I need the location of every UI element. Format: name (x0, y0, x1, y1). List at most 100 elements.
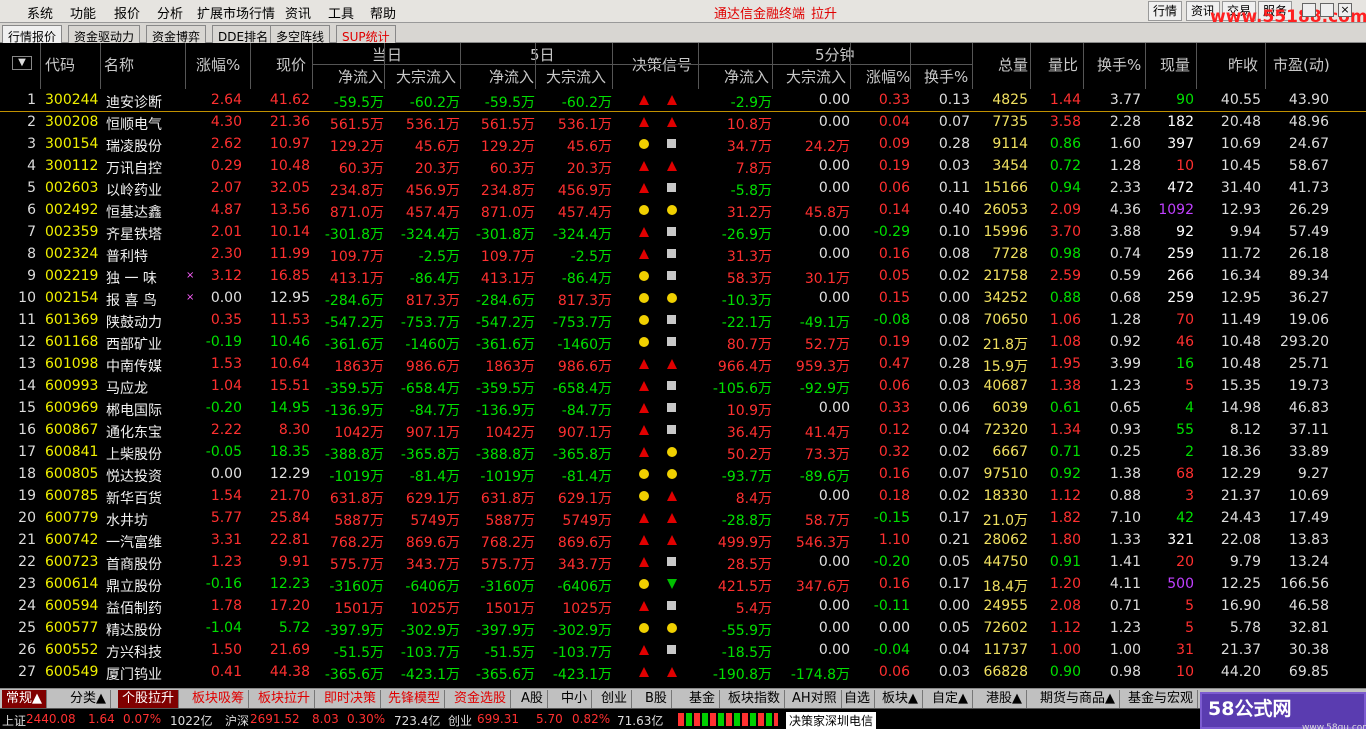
table-row[interactable]: 26 600552 方兴科技 1.50 21.69 -51.5万 -103.7万 -51.5万… (0, 640, 1366, 662)
table-row[interactable]: 17 600841 上柴股份 -0.05 18.35 -388.8万 -365.8万 -388… (0, 442, 1366, 464)
category-tab-0[interactable]: 常规▲ (2, 690, 47, 708)
menu-extended-market[interactable]: 扩展市场行情 (197, 3, 275, 22)
category-tab-19[interactable]: 期货与商品▲ (1036, 690, 1120, 708)
category-tab-15[interactable]: 自选 (840, 690, 876, 708)
cell-db: -84.7万 (409, 403, 460, 419)
table-row[interactable]: 7 002359 齐星铁塔 2.01 10.14 -301.8万 -324.4万 -301.8… (0, 222, 1366, 244)
category-tab-7[interactable]: 资金选股 (450, 690, 512, 708)
category-tab-17[interactable]: 自定▲ (928, 690, 973, 708)
cell-n: 26 (18, 642, 36, 658)
cell-name: 鼎立股份 (106, 579, 162, 595)
table-row[interactable]: 5 002603 以岭药业 2.07 32.05 234.8万 456.9万 234.8万 45… (0, 178, 1366, 200)
header-code[interactable]: 代码 (45, 54, 75, 75)
table-row[interactable]: 12 601168 西部矿业 -0.19 10.46 -361.6万 -1460万 -361.… (0, 332, 1366, 354)
tab-sup-stats[interactable]: SUP统计 (336, 25, 396, 44)
category-tab-1[interactable]: 分类▲ (66, 690, 111, 708)
category-tab-20[interactable]: 基金与宏观 (1124, 690, 1199, 708)
menu-tools[interactable]: 工具 (328, 3, 354, 22)
tab-capital-drive[interactable]: 资金驱动力 (68, 25, 141, 44)
header-turnover[interactable]: 换手% (1097, 54, 1141, 75)
sort-dropdown[interactable]: ▼ (12, 56, 32, 70)
table-row[interactable]: 3 300154 瑞凌股份 2.62 10.97 129.2万 45.6万 129.2万 45.… (0, 134, 1366, 156)
cell-mb: 24.2万 (804, 139, 850, 155)
table-row[interactable]: 9 002219 独 一 味 3.12 16.85 413.1万 -86.4万 413.1万 -… (0, 266, 1366, 288)
category-tab-8[interactable]: A股 (517, 690, 548, 708)
table-row[interactable]: 23 600614 鼎立股份 -0.16 12.23 -3160万 -6406万 -3160万… (0, 574, 1366, 596)
cell-fn: -388.8万 (475, 447, 535, 463)
table-row[interactable]: 13 601098 中南传媒 1.53 10.64 1863万 986.6万 1863万 986… (0, 354, 1366, 376)
category-tab-3[interactable]: 板块吸筹 (188, 690, 250, 708)
tab-quote[interactable]: 行情报价 (2, 25, 63, 44)
table-row[interactable]: 11 601369 陕鼓动力 0.35 11.53 -547.2万 -753.7万 -547.… (0, 310, 1366, 332)
cy-label: 创业 (448, 714, 473, 728)
table-row[interactable]: 14 600993 马应龙 1.04 15.51 -359.5万 -658.4万 -359.5… (0, 376, 1366, 398)
cell-fb: 869.6万 (557, 535, 612, 551)
category-tab-5[interactable]: 即时决策 (320, 690, 382, 708)
tab-capital-game[interactable]: 资金博弈 (146, 25, 207, 44)
quote-button[interactable]: 行情 (1148, 1, 1183, 21)
tab-long-short[interactable]: 多空阵线 (270, 25, 331, 44)
cell-mn: 499.9万 (717, 535, 772, 551)
menu-analysis[interactable]: 分析 (157, 3, 183, 22)
category-tab-18[interactable]: 港股▲ (982, 690, 1027, 708)
menu-function[interactable]: 功能 (70, 3, 96, 22)
close-icon[interactable]: × (1338, 3, 1352, 17)
table-row[interactable]: 6 002492 恒基达鑫 4.87 13.56 871.0万 457.4万 871.0万 45… (0, 200, 1366, 222)
cell-price: 10.64 (269, 356, 310, 372)
header-name[interactable]: 名称 (104, 54, 134, 75)
table-row[interactable]: 21 600742 一汽富维 3.31 22.81 768.2万 869.6万 768.2万 8… (0, 530, 1366, 552)
header-5m-turn[interactable]: 换手% (924, 66, 968, 87)
category-tab-16[interactable]: 板块▲ (878, 690, 923, 708)
cell-code: 600805 (45, 466, 99, 482)
menu-quote[interactable]: 报价 (114, 3, 140, 22)
header-prev-close[interactable]: 昨收 (1228, 54, 1258, 75)
category-tab-10[interactable]: 创业 (597, 690, 633, 708)
cell-pe: 89.34 (1288, 268, 1329, 284)
table-row[interactable]: 18 600805 悦达投资 0.00 12.29 -1019万 -81.4万 -1019万 -… (0, 464, 1366, 486)
cell-chg: 1.78 (210, 598, 242, 614)
header-5d-block[interactable]: 大宗流入 (546, 66, 606, 87)
header-5m-block[interactable]: 大宗流入 (786, 66, 846, 87)
table-row[interactable]: 20 600779 水井坊 5.77 25.84 5887万 5749万 5887万 5749万… (0, 508, 1366, 530)
category-tab-14[interactable]: AH对照 (788, 690, 842, 708)
table-row[interactable]: 1 300244 迪安诊断 2.64 41.62 -59.5万 -60.2万 -59.5万 -6… (0, 90, 1366, 112)
table-row[interactable]: 22 600723 首商股份 1.23 9.91 575.7万 343.7万 575.7万 34… (0, 552, 1366, 574)
category-tab-11[interactable]: B股 (641, 690, 672, 708)
category-tab-2[interactable]: 个股拉升 (118, 690, 180, 708)
table-row[interactable]: 25 600577 精达股份 -1.04 5.72 -397.9万 -302.9万 -397.… (0, 618, 1366, 640)
header-total[interactable]: 总量 (998, 54, 1028, 75)
maximize-icon[interactable] (1320, 3, 1334, 17)
tab-dde-rank[interactable]: DDE排名 (212, 25, 275, 44)
header-5m-net[interactable]: 净流入 (724, 66, 769, 87)
header-5m-change[interactable]: 涨幅% (866, 66, 910, 87)
table-row[interactable]: 16 600867 通化东宝 2.22 8.30 1042万 907.1万 1042万 907.… (0, 420, 1366, 442)
menu-system[interactable]: 系统 (27, 3, 53, 22)
header-pe[interactable]: 市盈(动) (1273, 54, 1330, 75)
table-row[interactable]: 27 600549 厦门钨业 0.41 44.38 -365.6万 -423.1万 -365.… (0, 662, 1366, 684)
header-cur-vol[interactable]: 现量 (1160, 54, 1190, 75)
table-row[interactable]: 8 002324 普利特 2.30 11.99 109.7万 -2.5万 109.7万 -2.5… (0, 244, 1366, 266)
table-row[interactable]: 4 300112 万讯自控 0.29 10.48 60.3万 20.3万 60.3万 20.3万… (0, 156, 1366, 178)
menu-help[interactable]: 帮助 (370, 3, 396, 22)
cell-mb: 0.00 (818, 400, 850, 416)
table-row[interactable]: 19 600785 新华百货 1.54 21.70 631.8万 629.1万 631.8万 6… (0, 486, 1366, 508)
category-tab-4[interactable]: 板块拉升 (254, 690, 316, 708)
header-5d-net[interactable]: 净流入 (489, 66, 534, 87)
header-change[interactable]: 涨幅% (196, 54, 240, 75)
header-day-net[interactable]: 净流入 (338, 66, 383, 87)
header-vol-ratio[interactable]: 量比 (1048, 54, 1078, 75)
category-tab-6[interactable]: 先锋模型 (384, 690, 446, 708)
category-tab-13[interactable]: 板块指数 (724, 690, 786, 708)
table-row[interactable]: 24 600594 益佰制药 1.78 17.20 1501万 1025万 1501万 1025… (0, 596, 1366, 618)
table-row[interactable]: 2 300208 恒顺电气 4.30 21.36 561.5万 536.1万 561.5万 53… (0, 112, 1366, 134)
category-tab-9[interactable]: 中小 (557, 690, 593, 708)
minimize-icon[interactable] (1302, 3, 1316, 17)
table-row[interactable]: 10 002154 报 喜 鸟 0.00 12.95 -284.6万 817.3万 -284.… (0, 288, 1366, 310)
header-day-block[interactable]: 大宗流入 (396, 66, 456, 87)
table-row[interactable]: 15 600969 郴电国际 -0.20 14.95 -136.9万 -84.7万 -136.… (0, 398, 1366, 420)
category-tab-12[interactable]: 基金 (685, 690, 721, 708)
triangle-up-icon (639, 601, 649, 611)
menu-news[interactable]: 资讯 (285, 3, 311, 22)
header-price[interactable]: 现价 (276, 54, 306, 75)
cell-mt: 0.28 (938, 356, 970, 372)
